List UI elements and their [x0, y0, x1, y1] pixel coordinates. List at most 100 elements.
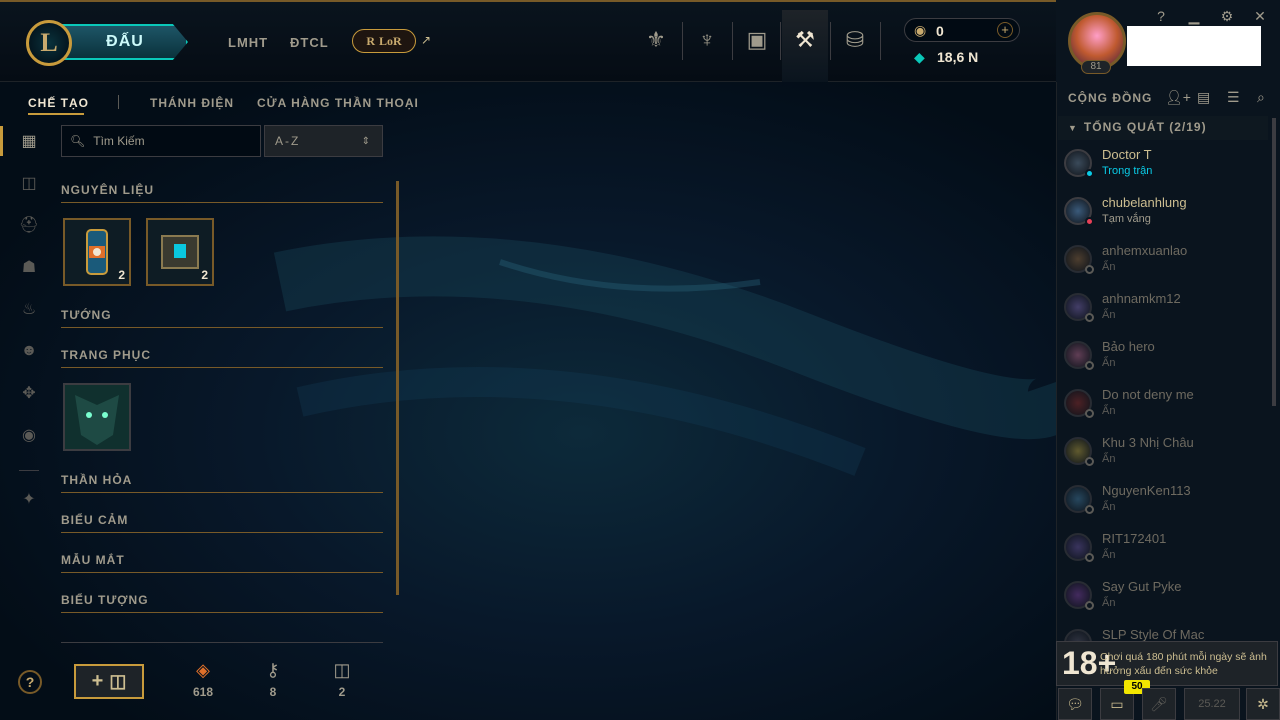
skin-item[interactable]: [63, 383, 131, 451]
friend-status: Ẩn: [1102, 309, 1116, 321]
friend-name: SLP Style Of Mac: [1102, 627, 1205, 642]
blue-essence-value: 18,6 N: [937, 49, 979, 65]
divider: [780, 22, 781, 60]
friend-status: Ẩn: [1102, 453, 1116, 465]
close-icon[interactable]: ✕: [1251, 8, 1269, 25]
bug-report-button[interactable]: ✲: [1246, 688, 1280, 720]
search-icon[interactable]: ⌕: [1257, 89, 1265, 106]
skin-mask-icon[interactable]: ☗: [18, 256, 40, 278]
profile-icon[interactable]: ◉: [18, 424, 40, 446]
background-art: [0, 82, 1056, 720]
footer-divider: [61, 642, 383, 643]
microphone-icon: 🎤︎: [1150, 695, 1168, 712]
category-champions[interactable]: TƯỚNG: [61, 308, 383, 328]
level-badge: 81: [1081, 60, 1111, 74]
chest-icon[interactable]: ◫: [18, 172, 40, 194]
add-friend-icon[interactable]: 👤︎+: [1165, 89, 1191, 106]
nav-tft[interactable]: ĐTCL: [290, 35, 329, 50]
ward-icon[interactable]: ♨: [18, 298, 40, 320]
inbox-icon: ▭: [1110, 695, 1124, 712]
search-input[interactable]: [93, 134, 244, 148]
emote-icon[interactable]: ☻: [18, 340, 40, 362]
divider: [830, 22, 831, 60]
voice-button[interactable]: 🎤︎: [1142, 688, 1176, 720]
help-button[interactable]: ?: [18, 670, 42, 694]
item-count: 2: [201, 268, 208, 282]
league-logo-icon[interactable]: L: [26, 20, 72, 66]
rank-icon[interactable]: ♆: [691, 24, 723, 56]
scrollbar[interactable]: [396, 181, 399, 595]
crafting-icon[interactable]: ⚒: [789, 24, 821, 56]
settings-icon[interactable]: ⚙: [1218, 8, 1236, 25]
loot-item[interactable]: 2: [146, 218, 214, 286]
tab-crafting[interactable]: CHẾ TẠO: [28, 96, 89, 110]
divider: [682, 22, 683, 60]
trophy-icon[interactable]: ⚜: [640, 24, 672, 56]
blue-essence-icon: ◆: [914, 49, 925, 65]
rp-value: 0: [936, 23, 944, 39]
store-bag-icon[interactable]: ▣: [741, 24, 773, 56]
chest-icon: ◫: [333, 660, 351, 680]
friend-item[interactable]: Khu 3 Nhị Châu Ẩn: [1056, 430, 1268, 478]
status-dot: [1085, 361, 1094, 370]
chevron-updown-icon: ⇕: [361, 135, 372, 147]
add-rp-button[interactable]: +: [997, 22, 1013, 38]
group-label: TỔNG QUÁT (2/19): [1083, 120, 1207, 134]
search-box[interactable]: 🔍︎: [61, 125, 261, 157]
version-label: 25.22: [1184, 688, 1240, 720]
category-skins[interactable]: TRANG PHỤC: [61, 348, 383, 368]
top-gold-line: [0, 0, 1056, 2]
list-icon[interactable]: ☰: [1227, 89, 1240, 106]
divider: [732, 22, 733, 60]
tab-underline: [28, 113, 84, 115]
friend-item[interactable]: Do not deny me Ẩn: [1056, 382, 1268, 430]
chat-button[interactable]: 💬︎: [1058, 688, 1092, 720]
loot-item[interactable]: 2: [63, 218, 131, 286]
eternals-icon[interactable]: ✦: [18, 488, 40, 510]
nav-lol[interactable]: LMHT: [228, 35, 268, 50]
help-icon[interactable]: ?: [1152, 8, 1170, 24]
category-ward-skins[interactable]: THẦN HỎA: [61, 473, 383, 493]
social-scrollbar[interactable]: [1272, 118, 1276, 406]
friend-status: Tạm vắng: [1102, 213, 1151, 225]
search-icon: 🔍︎: [70, 134, 86, 148]
category-eye-patterns[interactable]: MẪU MẮT: [61, 553, 383, 573]
friend-item[interactable]: chubelanhlung Tạm vắng: [1056, 190, 1268, 238]
category-materials[interactable]: NGUYÊN LIỆU: [61, 183, 383, 203]
grid-icon[interactable]: ▦: [18, 130, 40, 152]
minimize-icon[interactable]: ▁: [1185, 8, 1203, 25]
lor-button[interactable]: R LoR: [352, 29, 416, 53]
item-count: 2: [118, 268, 125, 282]
friend-item[interactable]: Bảo hero Ẩn: [1056, 334, 1268, 382]
currency-icon[interactable]: ⛁: [839, 24, 871, 56]
bug-icon: ✲: [1257, 695, 1269, 712]
wings-icon[interactable]: ✥: [18, 382, 40, 404]
friend-name: Say Gut Pyke: [1102, 579, 1182, 594]
craft-key-button[interactable]: + ◫: [74, 664, 144, 699]
tab-sanctum[interactable]: THÁNH ĐIỆN: [150, 96, 234, 110]
champion-helmet-icon[interactable]: ⛑: [18, 214, 40, 236]
sort-dropdown[interactable]: A-Z ⇕: [264, 125, 383, 157]
friend-item[interactable]: NguyenKen113 Ẩn: [1056, 478, 1268, 526]
category-icons[interactable]: BIỂU TƯỢNG: [61, 593, 383, 613]
tab-mythic-shop[interactable]: CỬA HÀNG THẦN THOẠI: [257, 96, 419, 110]
category-emotes[interactable]: BIỂU CẢM: [61, 513, 383, 533]
friend-item[interactable]: anhemxuanlao Ẩn: [1056, 238, 1268, 286]
friend-item[interactable]: RIT172401 Ẩn: [1056, 526, 1268, 574]
play-label: ĐẤU: [106, 33, 144, 50]
play-button[interactable]: ĐẤU: [62, 24, 188, 60]
lor-icon: R: [366, 33, 375, 48]
sort-value: A-Z: [275, 134, 301, 148]
friend-item[interactable]: Say Gut Pyke Ẩn: [1056, 574, 1268, 622]
sidebar-active-indicator: [0, 126, 3, 156]
friend-group-header[interactable]: ▼ TỔNG QUÁT (2/19): [1058, 116, 1268, 140]
status-dot: [1085, 505, 1094, 514]
friend-status: Trong trận: [1102, 165, 1153, 177]
status-dot: [1085, 553, 1094, 562]
friend-item[interactable]: anhnamkm12 Ẩn: [1056, 286, 1268, 334]
friend-item[interactable]: Doctor T Trong trận: [1056, 142, 1268, 190]
orange-essence: ◈ 618: [188, 660, 218, 699]
add-folder-icon[interactable]: ▤: [1197, 89, 1210, 106]
friend-name: Khu 3 Nhị Châu: [1102, 435, 1194, 450]
social-title: CỘNG ĐỒNG: [1068, 91, 1153, 105]
